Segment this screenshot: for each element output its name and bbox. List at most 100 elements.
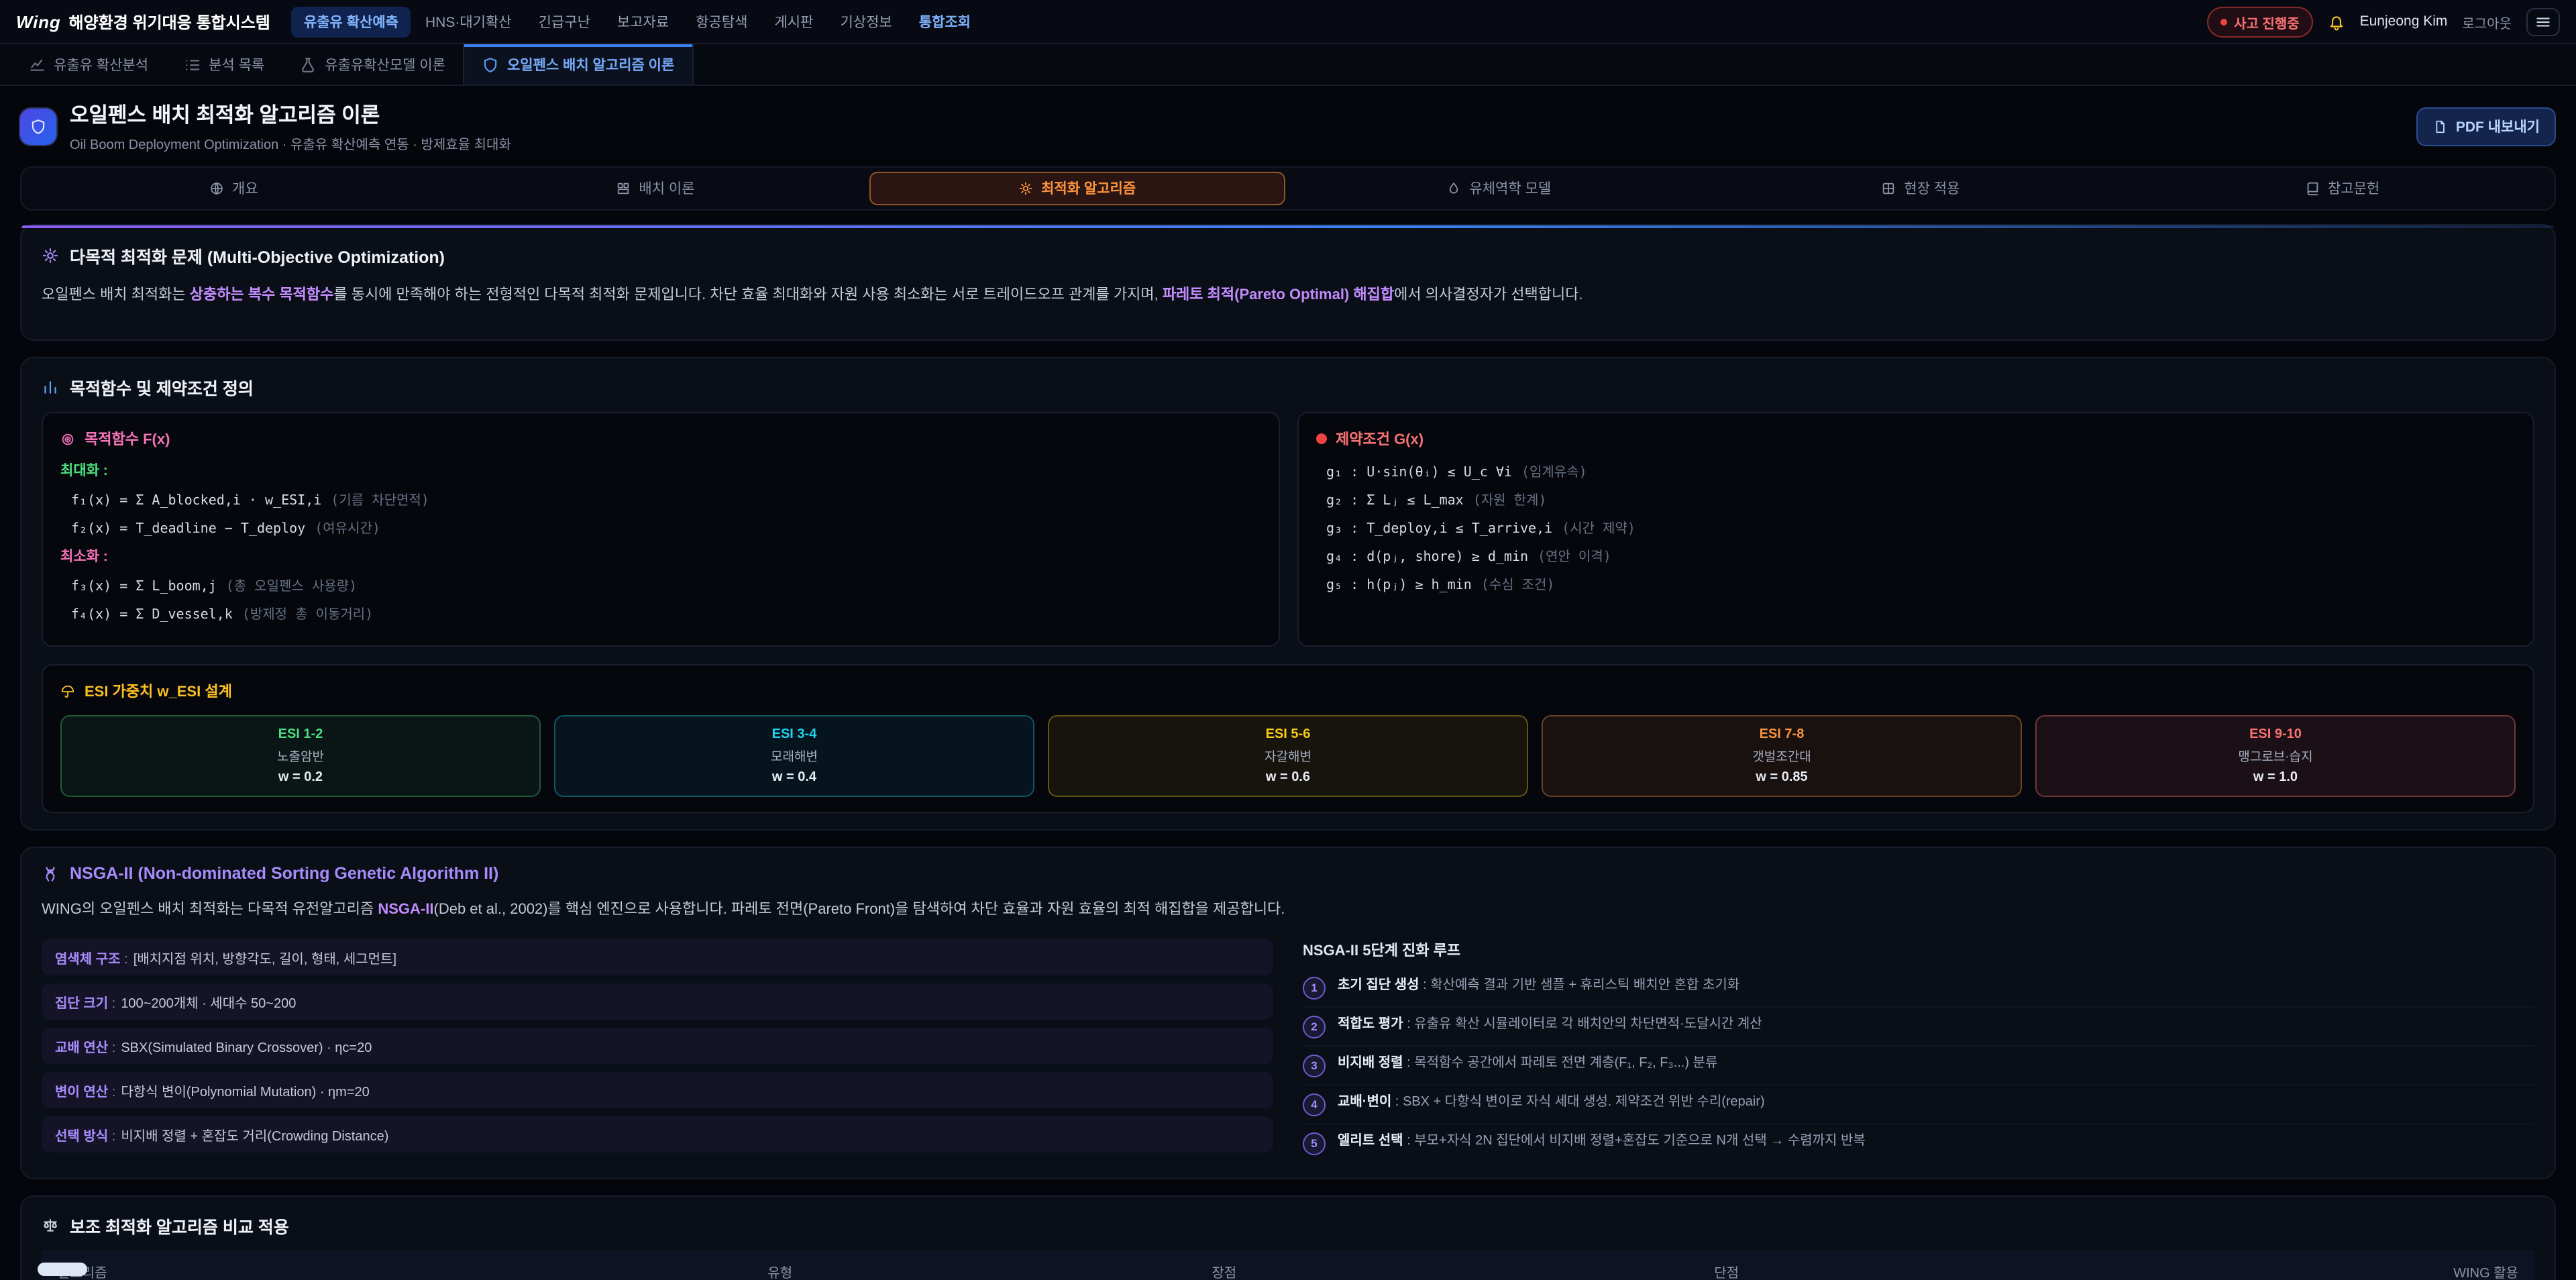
formula-comment: (자원 한계) [1473, 494, 1547, 509]
formula-comment: (수심 조건) [1481, 579, 1555, 594]
topbar: Wing 해양환경 위기대응 통합시스템 유출유 확산예측 HNS·대기확산 긴… [0, 0, 2576, 44]
step-text: 초기 집단 생성확산예측 결과 기반 샘플 + 휴리스틱 배치안 혼합 초기화 [1338, 975, 1739, 996]
step-lead: 엘리트 선택 [1338, 1133, 1414, 1148]
section-tab-label: 유체역학 모델 [1469, 178, 1551, 199]
maximize-label: 최대화 : [60, 461, 1260, 481]
objective-panel-header: 목적함수 F(x) [60, 429, 1260, 450]
step-text: 교배·변이SBX + 다항식 변이로 자식 세대 생성. 제약조건 위반 수리(… [1338, 1091, 1765, 1112]
text-run: 를 동시에 만족해야 하는 전형적인 다목적 최적화 문제입니다. 차단 효율 … [333, 287, 1162, 303]
esi-card-7-8: ESI 7-8 갯벌조간대 w = 0.85 [1542, 716, 2022, 798]
formula-comment: (임계유속) [1521, 466, 1587, 481]
step-desc: 목적함수 공간에서 파레토 전면 계층(F₁, F₂, F₃...) 분류 [1414, 1055, 1717, 1070]
nav-item-integrated-search[interactable]: 통합조회 [907, 6, 983, 37]
formula-comment: (방제정 총 이동거리) [242, 608, 373, 623]
list-icon [183, 56, 201, 73]
section-tab-hydrodynamics[interactable]: 유체역학 모델 [1291, 172, 1707, 205]
hamburger-menu-button[interactable] [2526, 7, 2560, 36]
formula-line: f₃(x) = Σ L_boom,j(총 오일펜스 사용량) [71, 575, 1260, 595]
param-value: SBX(Simulated Binary Crossover) · ηc=20 [121, 1041, 372, 1055]
formula-line: f₄(x) = Σ D_vessel,k (방제정 총 이동거리) [71, 603, 1260, 623]
book-icon [2305, 181, 2320, 196]
param-label: 선택 방식 [55, 1124, 115, 1144]
nav-item-oil-spill-prediction[interactable]: 유출유 확산예측 [292, 6, 411, 37]
gear-icon [1018, 181, 1033, 196]
step-text: 엘리트 선택부모+자식 2N 집단에서 비지배 정렬+혼잡도 기준으로 N개 선… [1338, 1130, 1866, 1151]
text-run: (Deb et al., 2002)를 핵심 엔진으로 사용합니다. 파레토 전… [434, 902, 1285, 918]
nav-item-hns-air-dispersion[interactable]: HNS·대기확산 [413, 6, 524, 37]
pdf-export-button[interactable]: PDF 내보내기 [2417, 107, 2556, 146]
purple-accent-bar [21, 225, 2555, 228]
nsga-columns: 염색체 구조 [배치지점 위치, 방향각도, 길이, 형태, 세그먼트] 집단 … [42, 939, 2534, 1161]
section-tabs: 개요 배치 이론 최적화 알고리즘 유체역학 모델 현장 적용 참고문헌 [20, 166, 2556, 211]
nav-item-weather-info[interactable]: 기상정보 [828, 6, 904, 37]
loop-step-3: 3 비지배 정렬목적함수 공간에서 파레토 전면 계층(F₁, F₂, F₃..… [1303, 1046, 2534, 1085]
formula-line: g₅ : h(pⱼ) ≥ h_min(수심 조건) [1326, 574, 2516, 594]
esi-card-9-10: ESI 9-10 맹그로브·습지 w = 1.0 [2035, 716, 2516, 798]
esi-cards: ESI 1-2 노출암반 w = 0.2 ESI 3-4 모래해변 w = 0.… [60, 716, 2516, 798]
nav-item-reports[interactable]: 보고자료 [605, 6, 681, 37]
esi-weight: w = 0.85 [1551, 771, 2012, 786]
nav-item-board[interactable]: 게시판 [762, 6, 825, 37]
nav-item-emergency-rescue[interactable]: 긴급구난 [527, 6, 602, 37]
algorithm-comparison-table: 알고리즘 유형 장점 단점 WING 활용 NSGA-II 다목적 GA 파레토… [42, 1250, 2534, 1280]
formula: g₂ : Σ Lⱼ ≤ L_max [1326, 494, 1464, 509]
objective-function-panel: 목적함수 F(x) 최대화 : f₁(x) = Σ A_blocked,i · … [42, 413, 1279, 647]
constraint-panel-title: 제약조건 G(x) [1336, 429, 1424, 450]
esi-range: ESI 9-10 [2045, 728, 2506, 743]
esi-panel-title: ESI 가중치 w_ESI 설계 [85, 681, 232, 702]
step-number-badge: 3 [1303, 1054, 1326, 1077]
main-content: 다목적 최적화 문제 (Multi-Objective Optimization… [0, 224, 2576, 1280]
step-desc: 확산예측 결과 기반 샘플 + 휴리스틱 배치안 혼합 초기화 [1430, 977, 1739, 992]
logout-button[interactable]: 로그아웃 [2462, 11, 2512, 32]
param-label: 교배 연산 [55, 1035, 115, 1055]
formula: f₁(x) = Σ A_blocked,i · w_ESI,i [71, 494, 321, 509]
bell-icon [2328, 13, 2345, 30]
system-name: 해양환경 위기대응 통합시스템 [69, 10, 270, 33]
formula-line: f₂(x) = T_deadline − T_deploy(여유시간) [71, 517, 1260, 537]
flask-icon [299, 56, 317, 73]
esi-shore-type: 자갈해변 [1057, 747, 1519, 765]
tab-analysis-list[interactable]: 분석 목록 [166, 44, 282, 85]
nav-item-aerial-search[interactable]: 항공탐색 [684, 6, 759, 37]
horizontal-scrollbar-thumb[interactable] [38, 1263, 87, 1276]
page-header: 오일펜스 배치 최적화 알고리즘 이론 Oil Boom Deployment … [0, 86, 2576, 164]
notifications-button[interactable] [2328, 13, 2345, 30]
hamburger-icon [2534, 13, 2552, 30]
formula-line: f₁(x) = Σ A_blocked,i · w_ESI,i(기름 차단면적) [71, 489, 1260, 509]
section-title: NSGA-II (Non-dominated Sorting Genetic A… [70, 865, 498, 884]
constraint-panel-header: 제약조건 G(x) [1316, 429, 2516, 450]
main-nav: 유출유 확산예측 HNS·대기확산 긴급구난 보고자료 항공탐색 게시판 기상정… [292, 6, 983, 37]
text-run: 오일펜스 배치 최적화는 [42, 287, 190, 303]
param-value: 다항식 변이(Polynomial Mutation) · ηm=20 [121, 1079, 369, 1100]
tab-boom-algorithm-theory[interactable]: 오일펜스 배치 알고리즘 이론 [463, 44, 693, 85]
section-tab-overview[interactable]: 개요 [25, 172, 442, 205]
formula-panels: 목적함수 F(x) 최대화 : f₁(x) = Σ A_blocked,i · … [42, 413, 2534, 647]
tab-spill-model-theory[interactable]: 유출유확산모델 이론 [282, 44, 463, 85]
section-tab-references[interactable]: 참고문헌 [2134, 172, 2551, 205]
gear-icon [42, 247, 59, 264]
tab-spill-analysis[interactable]: 유출유 확산분석 [11, 44, 166, 85]
nsga-paragraph: WING의 오일펜스 배치 최적화는 다목적 유전알고리즘 NSGA-II(De… [42, 898, 2534, 924]
card-objectives-constraints: 목적함수 및 제약조건 정의 목적함수 F(x) 최대화 : f₁(x) = Σ… [20, 358, 2556, 831]
step-lead: 적합도 평가 [1338, 1016, 1414, 1031]
esi-range: ESI 5-6 [1057, 728, 1519, 743]
text-run: WING의 오일펜스 배치 최적화는 다목적 유전알고리즘 [42, 902, 378, 918]
chart-line-icon [28, 56, 46, 73]
dna-icon [42, 865, 59, 883]
document-icon [2433, 119, 2448, 134]
section-tab-deployment-theory[interactable]: 배치 이론 [447, 172, 864, 205]
param-label: 염색체 구조 [55, 947, 128, 967]
formula: f₄(x) = Σ D_vessel,k [71, 608, 233, 623]
brand[interactable]: Wing 해양환경 위기대응 통합시스템 [16, 10, 270, 33]
step-desc: 유출유 확산 시뮬레이터로 각 배치안의 차단면적·도달시간 계산 [1414, 1016, 1762, 1031]
section-tab-field-application[interactable]: 현장 적용 [1713, 172, 2129, 205]
section-tab-optimization-algorithm[interactable]: 최적화 알고리즘 [869, 172, 1285, 205]
loop-step-2: 2 적합도 평가유출유 확산 시뮬레이터로 각 배치안의 차단면적·도달시간 계… [1303, 1007, 2534, 1046]
esi-weight: w = 1.0 [2045, 771, 2506, 786]
param-label: 집단 크기 [55, 991, 115, 1011]
card-title-objectives: 목적함수 및 제약조건 정의 [42, 375, 2534, 401]
tab-label: 분석 목록 [209, 54, 264, 74]
step-desc: SBX + 다항식 변이로 자식 세대 생성. 제약조건 위반 수리(repai… [1403, 1094, 1765, 1109]
formula-line: g₄ : d(pⱼ, shore) ≥ d_min(연안 이격) [1326, 545, 2516, 566]
incident-status-badge[interactable]: 사고 진행중 [2207, 6, 2313, 37]
